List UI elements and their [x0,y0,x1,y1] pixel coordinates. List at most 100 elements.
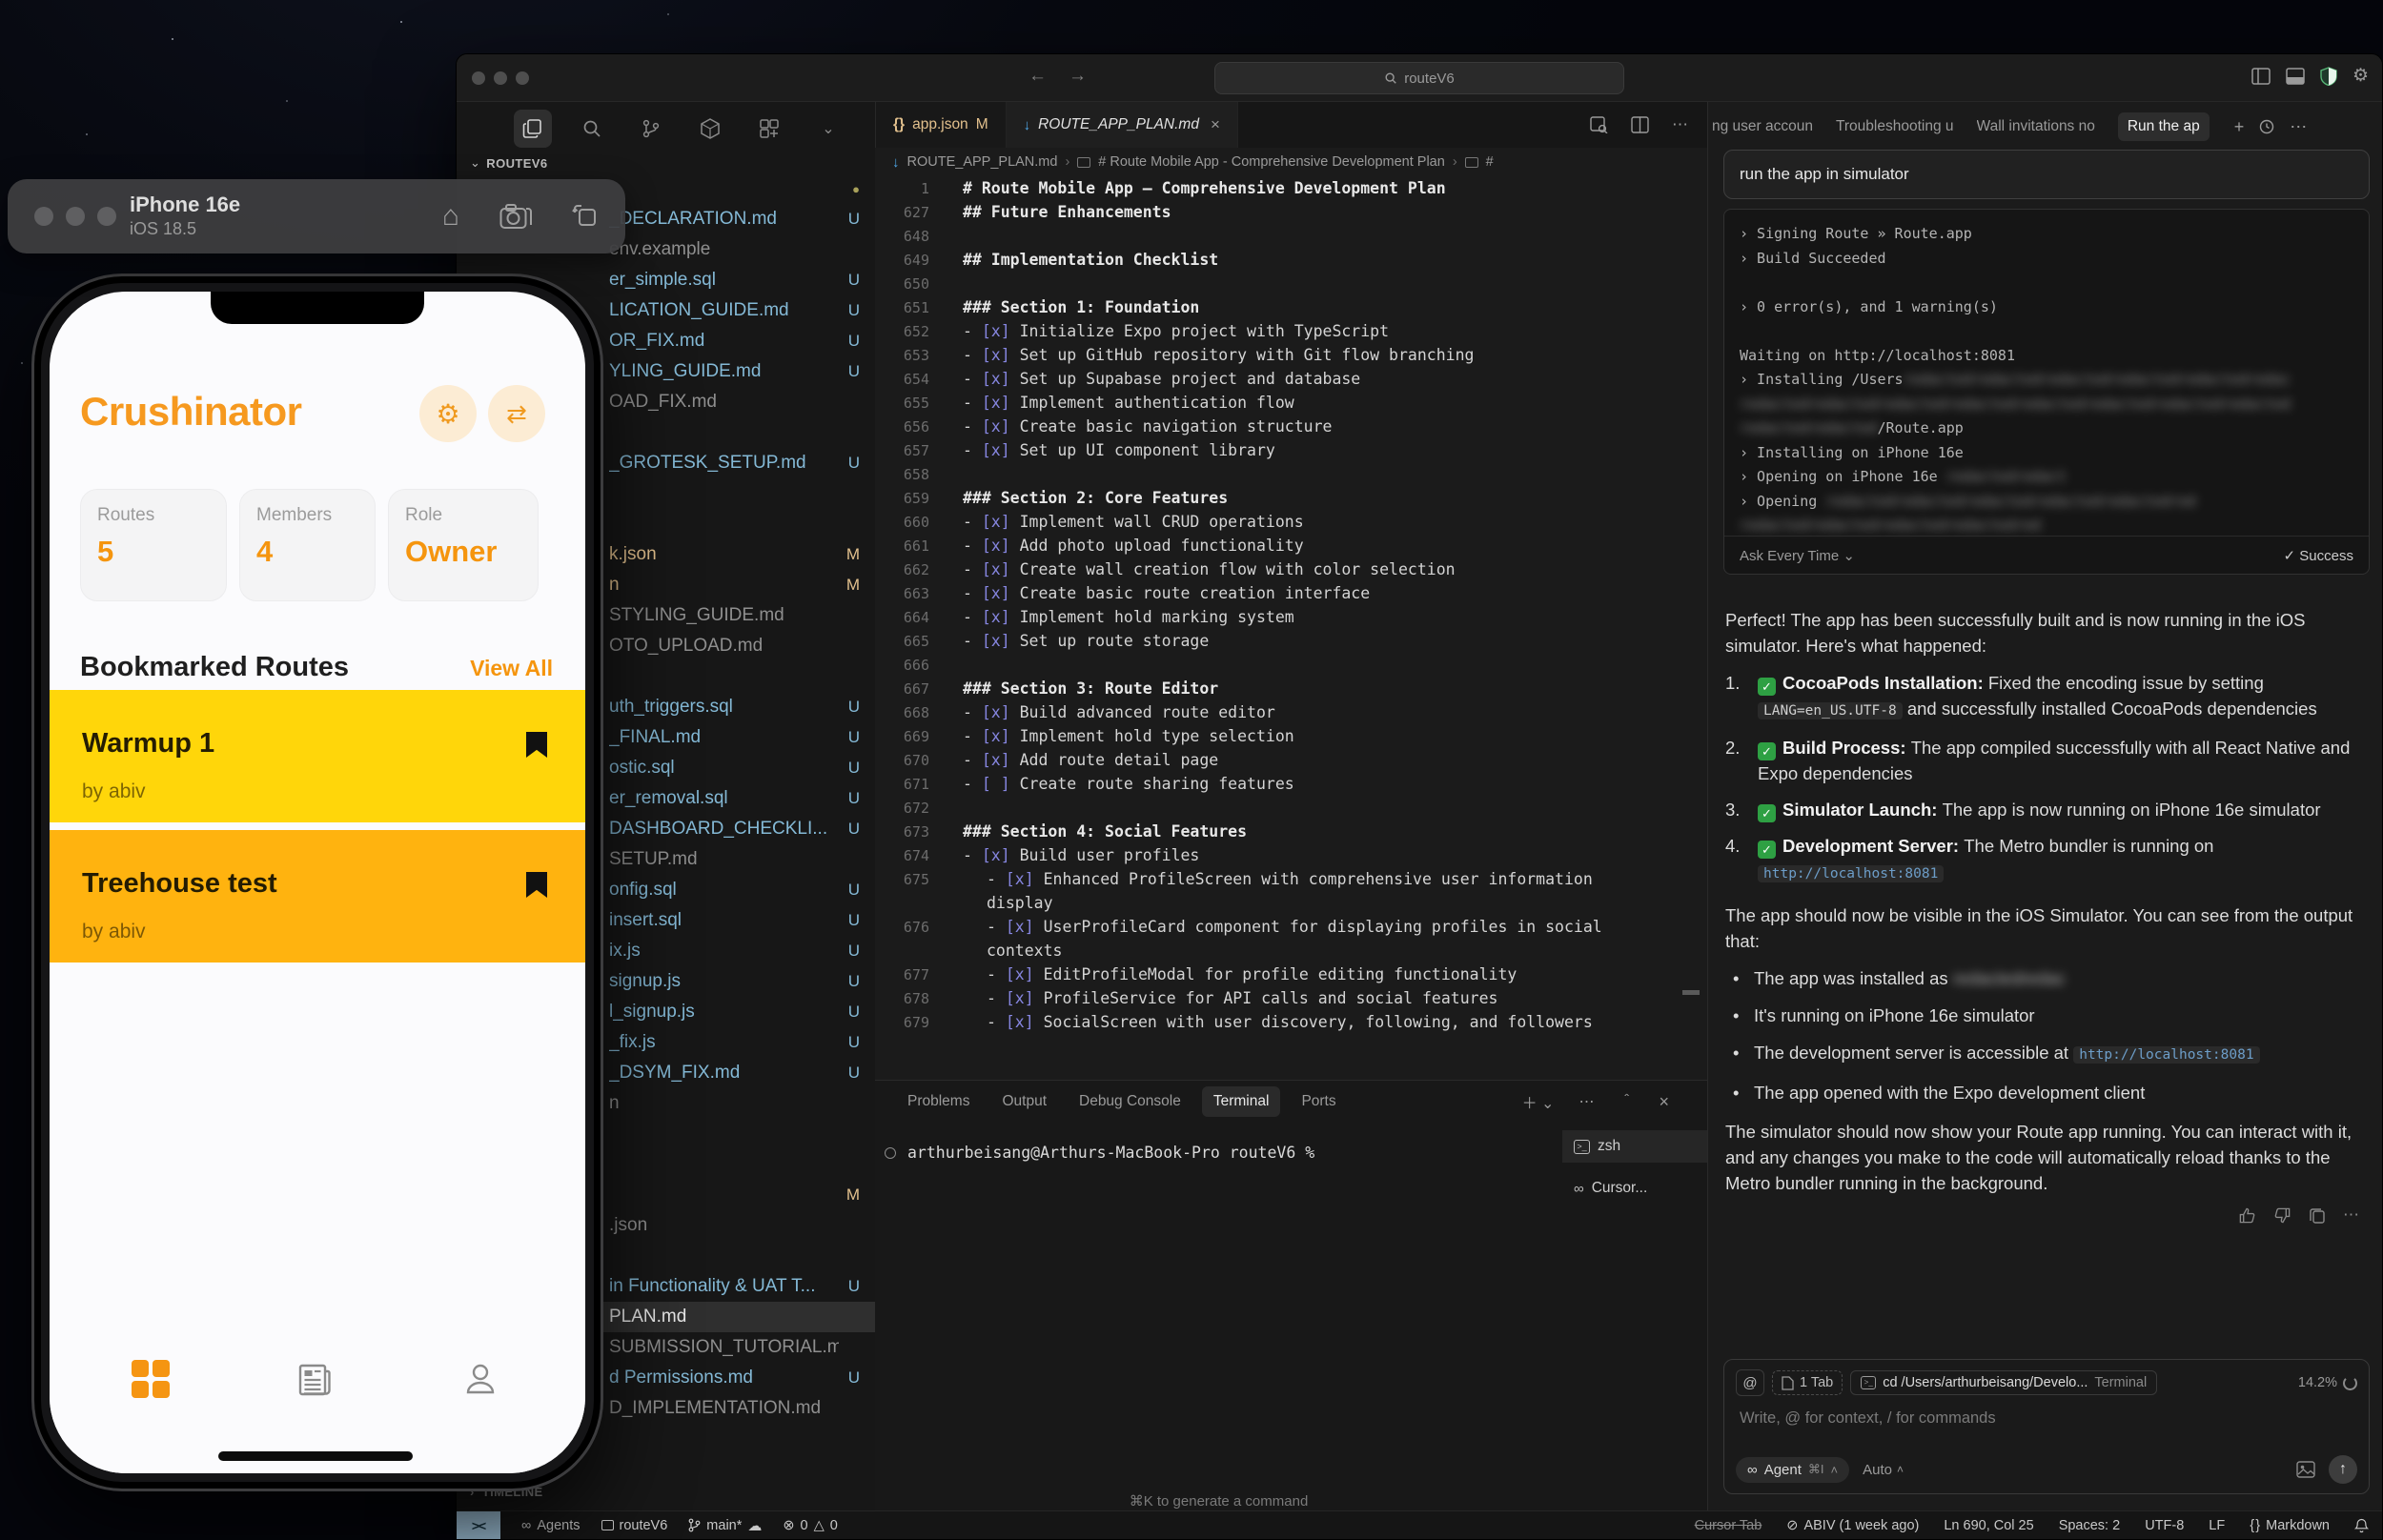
history-icon[interactable] [2259,119,2274,134]
more-actions-icon[interactable]: ⋯ [1672,115,1688,134]
breadcrumb-file[interactable]: ROUTE_APP_PLAN.md [907,154,1058,170]
ask-every-time-dropdown[interactable]: Ask Every Time ⌄ [1740,547,1855,564]
panel-tab-ports[interactable]: Ports [1290,1086,1347,1117]
search-panel-icon[interactable] [573,110,611,148]
stat-card-routes[interactable]: Routes 5 [80,489,227,601]
panel-tab-debug-console[interactable]: Debug Console [1068,1086,1192,1117]
breadcrumb-symbol2[interactable]: # [1486,154,1494,170]
source-control-icon[interactable] [632,110,670,148]
problems-status[interactable]: ⊗ 0 △ 0 [783,1518,837,1533]
composer-input[interactable]: Write, @ for context, / for commands [1736,1409,2357,1428]
thumbs-down-icon[interactable] [2273,1206,2291,1225]
thumbs-up-icon[interactable] [2238,1206,2256,1225]
open-preview-icon[interactable] [1590,116,1608,133]
more-actions-icon[interactable]: ⋯ [2290,117,2307,137]
project-status[interactable]: routeV6 [601,1518,667,1533]
agents-status[interactable]: ∞ Agents [521,1518,580,1533]
close-window-button[interactable] [472,71,485,85]
git-branch-status[interactable]: main* ☁ [688,1517,762,1534]
explorer-root-header[interactable]: ⌄ ROUTEV6 [470,155,548,171]
language-status[interactable]: { } Markdown [2250,1518,2330,1533]
terminal-context-chip[interactable]: >_ cd /Users/arthurbeisang/Develo... Ter… [1850,1370,2158,1395]
stat-card-members[interactable]: Members 4 [239,489,376,601]
zoom-window-button[interactable] [97,207,116,226]
chat-composer[interactable]: @ 1 Tab >_ cd /Users/arthurbeisang/Devel… [1723,1359,2370,1494]
rotate-icon[interactable] [572,202,601,231]
home-icon[interactable]: ⌂ [442,200,459,233]
close-icon[interactable]: × [1211,115,1220,134]
code-editor[interactable]: 1 # Route Mobile App – Comprehensive Deve… [875,176,1707,1080]
encoding-status[interactable]: UTF-8 [2145,1518,2184,1533]
terminal-prompt-line[interactable]: arthurbeisang@Arthurs-MacBook-Pro routeV… [885,1144,1314,1162]
switch-wall-button[interactable]: ⇄ [488,385,545,442]
panel-tab-problems[interactable]: Problems [896,1086,981,1117]
panel-tab-output[interactable]: Output [990,1086,1058,1117]
settings-gear-icon[interactable]: ⚙ [2352,65,2369,87]
view-all-link[interactable]: View All [470,656,553,681]
line-content: - [x] ProfileService for API calls and s… [963,989,1497,1007]
tab-app-json[interactable]: {} app.json M [876,102,1007,148]
eol-status[interactable]: LF [2209,1518,2225,1533]
breadcrumb[interactable]: ↓ ROUTE_APP_PLAN.md › # Route Mobile App… [875,148,1707,176]
tab-feed-newspaper-icon[interactable] [295,1360,334,1398]
split-editor-icon[interactable] [1631,116,1649,133]
command-center-search[interactable]: routeV6 [1214,62,1624,94]
chevron-down-icon[interactable]: ⌄ [809,110,847,148]
blame-status[interactable]: ⊘ ABIV (1 week ago) [1786,1518,1919,1533]
scrollbar-thumb[interactable] [1682,990,1700,995]
chat-tab[interactable]: Run the ap [2117,112,2210,141]
tab-profile-person-icon[interactable] [461,1360,499,1398]
stat-card-role[interactable]: Role Owner [388,489,539,601]
more-actions-icon[interactable]: ⋯ [1578,1092,1594,1111]
git-status-badge: U [847,942,860,960]
shield-icon[interactable] [2320,66,2337,86]
settings-button[interactable]: ⚙ [419,385,477,442]
breadcrumb-symbol[interactable]: # Route Mobile App - Comprehensive Devel… [1098,154,1445,170]
shell-item-zsh[interactable]: >_ zsh [1562,1130,1707,1163]
tab-route-app-plan[interactable]: ↓ ROUTE_APP_PLAN.md × [1006,102,1238,148]
nav-forward-button[interactable]: → [1069,66,1087,87]
new-terminal-icon[interactable]: ＋ ⌄ [1522,1090,1555,1113]
tab-context-chip[interactable]: 1 Tab [1772,1370,1843,1395]
close-panel-icon[interactable]: × [1659,1092,1669,1112]
nav-back-button[interactable]: ← [1029,66,1047,87]
inline-code-link[interactable]: http://localhost:8081 [1758,865,1945,882]
copy-icon[interactable] [2309,1206,2326,1225]
route-card-warmup[interactable]: Warmup 1 by abiv [50,690,585,822]
toggle-primary-sidebar-icon[interactable] [2251,67,2271,85]
more-actions-icon[interactable]: ⋯ [2343,1206,2359,1225]
line-number: 657 [903,441,929,459]
toggle-panel-icon[interactable] [2286,67,2305,85]
cursor-position-status[interactable]: Ln 690, Col 25 [1944,1518,2033,1533]
explorer-icon[interactable] [514,110,552,148]
home-indicator[interactable] [218,1451,413,1461]
screenshot-camera-icon[interactable] [499,203,532,230]
layout-grid-icon[interactable] [750,110,788,148]
code-line: 659 ### Section 2: Core Features [875,486,1707,510]
chat-user-message[interactable]: run the app in simulator [1723,150,2370,199]
cursor-tab-status[interactable]: Cursor Tab [1695,1518,1762,1533]
minimize-window-button[interactable] [494,71,507,85]
minimize-window-button[interactable] [66,207,85,226]
model-selector[interactable]: Auto ˄ [1863,1462,1904,1478]
indentation-status[interactable]: Spaces: 2 [2059,1518,2121,1533]
add-context-button[interactable]: @ [1736,1369,1764,1396]
chat-tab[interactable]: Wall invitations no [1977,118,2095,135]
chat-tab[interactable]: Troubleshooting u [1836,118,1954,135]
new-chat-icon[interactable]: + [2234,117,2245,137]
image-icon[interactable] [2296,1461,2315,1478]
remote-indicator[interactable]: >< [457,1511,500,1539]
inline-code-link[interactable]: http://localhost:8081 [2073,1046,2260,1064]
zoom-window-button[interactable] [516,71,529,85]
maximize-panel-icon[interactable]: ＾ [1619,1090,1634,1113]
extensions-icon[interactable] [691,110,729,148]
shell-item-cursor[interactable]: ∞ Cursor... [1562,1172,1707,1205]
route-card-treehouse[interactable]: Treehouse test by abiv [50,830,585,962]
notifications-bell[interactable] [2354,1518,2369,1533]
agent-mode-selector[interactable]: ∞ Agent ⌘I ˄ [1736,1456,1850,1483]
panel-tab-terminal[interactable]: Terminal [1201,1086,1281,1117]
send-button[interactable]: ↑ [2329,1455,2357,1484]
chat-tab[interactable]: ng user accoun [1712,118,1813,135]
close-window-button[interactable] [34,207,53,226]
tab-walls-grid-icon[interactable] [132,1360,170,1398]
